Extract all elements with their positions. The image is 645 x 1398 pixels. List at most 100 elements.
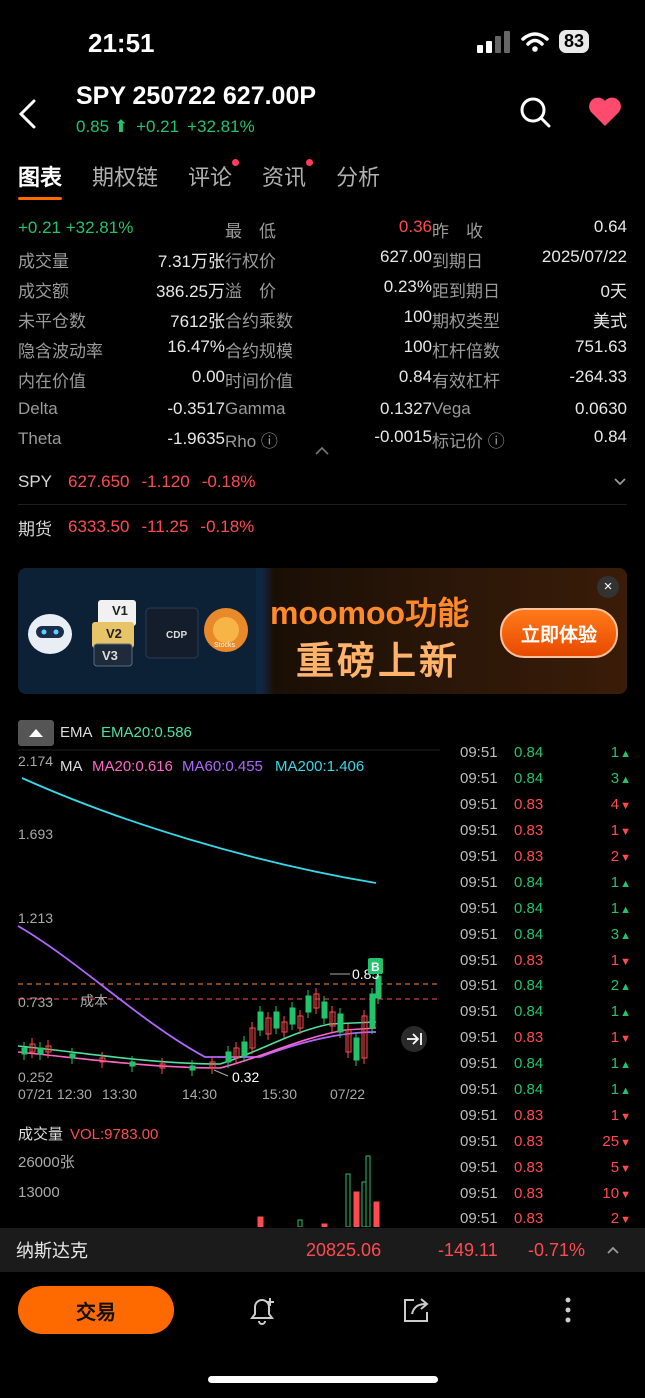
chevron-up-icon[interactable] [606,1245,620,1255]
volume-bar [373,1201,380,1227]
ema20-value: EMA20:0.586 [101,724,192,741]
banner-cta-button[interactable]: 立即体验 [500,608,618,658]
tick-qty: 4▼ [564,796,631,813]
stat-cell: 隐含波动率 16.47% [18,337,225,362]
stat-value: 627.00 [380,246,432,266]
stat-label: 昨 收 [432,221,483,241]
tick-qty: 1▼ [564,952,631,969]
x-axis-tick: 15:30 [262,1086,297,1102]
volume-bar [257,1216,264,1227]
tick-qty-value: 1 [610,1029,620,1047]
tick-price: 0.84 [514,1055,544,1073]
stat-label: 隐含波动率 [18,341,103,361]
back-icon[interactable] [16,98,40,130]
stat-value: -0.0015 [374,426,432,446]
stat-value: 2025/07/22 [541,246,627,266]
stat-label: 合约规模 [225,341,293,361]
x-axis-tick: 14:30 [182,1086,217,1102]
tick-qty-value: 1 [610,744,620,762]
stat-value: -264.33 [569,366,627,386]
triangle-up-icon: ▲ [620,981,631,994]
share-icon[interactable] [400,1294,432,1326]
more-icon[interactable] [562,1294,574,1326]
tick-time: 09:51 [460,951,498,969]
chevron-down-icon[interactable] [613,477,627,487]
ma20-value: MA20:0.616 [92,758,173,775]
tab-chart[interactable]: 图表 [18,160,63,200]
tab-analysis[interactable]: 分析 [336,160,380,192]
tick-time: 09:51 [460,1158,498,1176]
tick-price: 0.83 [514,822,544,840]
status-icons: 83 [476,30,589,53]
stat-value: 0.23% [383,276,432,296]
stat-value: -1.9635 [167,429,225,448]
header-quote: 0.85 ⬆ +0.21 +32.81% [76,117,255,137]
tick-time: 09:51 [460,1003,498,1021]
tick-qty-value: 1 [610,899,620,917]
banner-v3: V3 [102,648,118,663]
stats-change-pct: +32.81% [65,218,134,237]
ema-label: EMA [60,724,93,741]
tab-comments[interactable]: 评论 [188,159,240,192]
arrow-up-icon: ⬆ [113,117,129,136]
stat-label: 期权类型 [432,311,500,331]
stat-value: 386.25万 [156,281,225,301]
index-ticker-bar[interactable]: 纳斯达克 20825.06 -149.11 -0.71% [0,1228,645,1272]
tick-row: 09:51 0.84 3▲ [450,766,645,792]
tick-price: 0.83 [514,951,544,969]
stat-cell: 有效杠杆 -264.33 [432,367,627,392]
candlestick-chart[interactable]: EMA EMA20:0.586 MA MA20:0.616 MA60:0.455… [0,712,445,1227]
tick-qty: 1▲ [564,744,631,761]
tick-time: 09:51 [460,822,498,840]
option-stats: 最 低 0.36 昨 收 0.64 成交量 7.31万张 行权价 627.00 到期日 2025/… [18,214,627,454]
stat-cell: 未平仓数 7612张 [18,307,225,332]
tick-price: 0.84 [514,873,544,891]
tick-price: 0.84 [514,1081,544,1099]
trade-button[interactable]: 交易 [18,1286,174,1334]
stats-row: 成交量 7.31万张 行权价 627.00 到期日 2025/07/22 [18,244,627,274]
tick-qty: 1▲ [564,900,631,917]
tick-qty: 1▲ [564,1003,631,1020]
triangle-down-icon: ▼ [620,1162,631,1175]
tick-row: 09:51 0.84 3▲ [450,921,645,947]
tick-row: 09:51 0.83 1▼ [450,947,645,973]
tick-qty: 1▲ [564,874,631,891]
stat-cell: Gamma 0.1327 [225,399,432,419]
tick-qty-value: 2 [610,977,620,995]
stat-value: 0.64 [593,216,627,236]
stat-cell: 行权价 627.00 [225,247,432,272]
tick-price: 0.83 [514,1029,544,1047]
tick-time: 09:51 [460,1106,498,1124]
stat-cell: 成交额 386.25万 [18,277,225,302]
candle-body [225,1051,232,1063]
underlying-price: 627.650 [68,472,130,491]
tick-time: 09:51 [460,873,498,891]
stat-cell: 内在价值 0.00 [18,367,225,392]
price-alert-icon[interactable] [246,1294,278,1326]
tick-time: 09:51 [460,925,498,943]
banner-close-icon[interactable]: × [597,576,619,598]
collapse-icon[interactable] [314,446,330,456]
triangle-down-icon: ▼ [620,1110,631,1123]
stat-label: Delta [18,399,58,418]
promo-banner[interactable]: V1 V2 V3 CDP Stocks moomoo功能 重磅上新 立即体验 × [18,568,627,694]
search-icon[interactable] [519,96,551,128]
favorite-heart-icon[interactable] [587,96,623,128]
banner-headline: 重磅上新 [296,641,461,683]
tick-list[interactable]: 09:51 0.84 1▲ 09:51 0.84 3▲ 09:51 0.83 4▼ 0… [450,740,645,1258]
tick-row: 09:51 0.84 1▲ [450,895,645,921]
underlying-row[interactable]: SPY 627.650 -1.120 -0.18% [18,460,627,505]
tab-option-chain[interactable]: 期权链 [92,160,158,192]
stat-value: 美式 [593,311,627,331]
tick-row: 09:51 0.84 1▲ [450,869,645,895]
signal-icon [476,30,510,53]
stat-cell: 时间价值 0.84 [225,367,432,392]
stat-value: 100 [403,306,432,326]
candle-body [241,1041,248,1057]
tick-price: 0.84 [514,899,544,917]
tab-news[interactable]: 资讯 [262,159,314,192]
tick-row: 09:51 0.83 2▼ [450,844,645,870]
stat-value: 0.36 [398,216,432,236]
stat-label: 未平仓数 [18,311,86,331]
futures-row[interactable]: 期货 6333.50 -11.25 -0.18% [18,505,627,549]
